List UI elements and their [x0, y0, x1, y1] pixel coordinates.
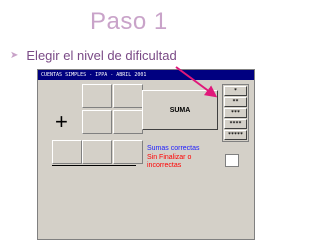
digit-cell: [82, 84, 112, 108]
bullet-text: Elegir el nivel de dificultad: [26, 48, 177, 63]
level-5-button[interactable]: *****: [224, 130, 247, 140]
level-2-button[interactable]: **: [224, 97, 247, 107]
digit-cell: [113, 110, 143, 134]
digit-cell: [113, 84, 143, 108]
difficulty-level-panel: * ** *** **** *****: [222, 84, 249, 142]
sin-finalizar-label: Sin Finalizar o incorrectas: [147, 154, 192, 169]
sumas-correctas-label: Sumas correctas: [147, 145, 200, 152]
suma-button[interactable]: SUMA: [142, 90, 218, 130]
slide-title: Paso 1: [90, 8, 168, 35]
bullet-item: ➤ Elegir el nivel de dificultad: [10, 48, 177, 63]
bullet-arrow-icon: ➤: [10, 50, 19, 61]
level-3-button[interactable]: ***: [224, 108, 247, 118]
level-1-button[interactable]: *: [224, 86, 247, 96]
operation-symbol: +: [55, 109, 68, 134]
sum-divider-line: [52, 165, 136, 166]
answer-cell[interactable]: [82, 140, 112, 164]
answer-cell[interactable]: [52, 140, 82, 164]
app-window: CUENTAS SIMPLES - IPPA - ABRIL 2001 + SU…: [37, 69, 255, 240]
answer-cell[interactable]: [113, 140, 143, 164]
level-4-button[interactable]: ****: [224, 119, 247, 129]
window-titlebar: CUENTAS SIMPLES - IPPA - ABRIL 2001: [38, 70, 254, 80]
digit-cell: [82, 110, 112, 134]
window-title: CUENTAS SIMPLES - IPPA - ABRIL 2001: [41, 72, 147, 78]
score-box: [225, 154, 239, 167]
